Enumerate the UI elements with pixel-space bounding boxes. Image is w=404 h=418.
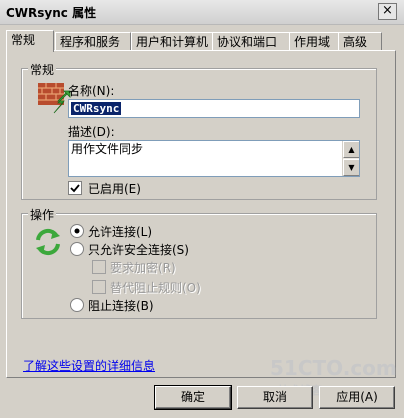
action-group: 操作 允许连接(L) 只允许安全连接(S) 要求加密(R) 替代阻止规则(O) … [21,206,377,319]
tab-programs-services[interactable]: 程序和服务 [55,32,131,51]
tab-panel-general: 常规 名称(N): CWRsync 描述(D): 用作文件同步 ▲ ▼ 已启用(… [6,50,396,378]
description-field[interactable]: 用作文件同步 ▲ ▼ [68,140,360,177]
scroll-up-icon[interactable]: ▲ [343,141,359,158]
ok-button[interactable]: 确定 [154,385,232,410]
scroll-down-icon[interactable]: ▼ [343,159,359,176]
override-block-checkbox[interactable] [92,280,106,294]
require-encryption-label: 要求加密(R) [110,261,176,275]
window-title: CWRsync 属性 [6,6,97,20]
cancel-button[interactable]: 取消 [237,386,313,409]
block-connection-radio[interactable] [70,298,84,312]
allow-connection-radio[interactable] [70,224,84,238]
name-field[interactable]: CWRsync [68,99,360,118]
name-field-value: CWRsync [71,102,122,115]
action-group-legend: 操作 [28,206,57,223]
description-field-value: 用作文件同步 [71,142,144,156]
firewall-rule-icon [38,83,71,114]
description-label: 描述(D): [68,125,115,139]
apply-button[interactable]: 应用(A) [319,386,395,409]
close-icon: × [382,3,393,18]
tab-scope[interactable]: 作用域 [289,32,341,51]
learn-more-link[interactable]: 了解这些设置的详细信息 [23,357,155,374]
require-encryption-checkbox[interactable] [92,260,106,274]
radio-dot-icon [74,228,80,234]
tab-protocols-ports[interactable]: 协议和端口 [212,32,290,51]
description-scrollbar[interactable]: ▲ ▼ [342,141,359,176]
secure-connection-label: 只允许安全连接(S) [88,243,189,257]
tab-general[interactable]: 常规 [6,30,54,52]
general-group: 常规 名称(N): CWRsync 描述(D): 用作文件同步 ▲ ▼ 已启用(… [21,61,377,200]
tab-advanced[interactable]: 高级 [338,32,382,51]
name-label: 名称(N): [68,84,115,98]
title-bar[interactable]: CWRsync 属性 × [0,0,404,25]
enabled-checkbox[interactable] [68,181,82,195]
properties-dialog: CWRsync 属性 × 常规 程序和服务 用户和计算机 协议和端口 作用域 高… [0,0,404,418]
enabled-label: 已启用(E) [88,182,141,196]
watermark-site: 51CTO.com [270,356,397,380]
tab-users-computers[interactable]: 用户和计算机 [131,32,220,51]
allow-connection-label: 允许连接(L) [88,225,153,239]
general-group-legend: 常规 [28,61,57,78]
close-button[interactable]: × [378,3,397,20]
override-block-label: 替代阻止规则(O) [110,281,201,295]
refresh-arrows-icon [36,228,60,256]
secure-connection-radio[interactable] [70,242,84,256]
block-connection-label: 阻止连接(B) [88,299,154,313]
checkmark-icon [70,184,80,193]
